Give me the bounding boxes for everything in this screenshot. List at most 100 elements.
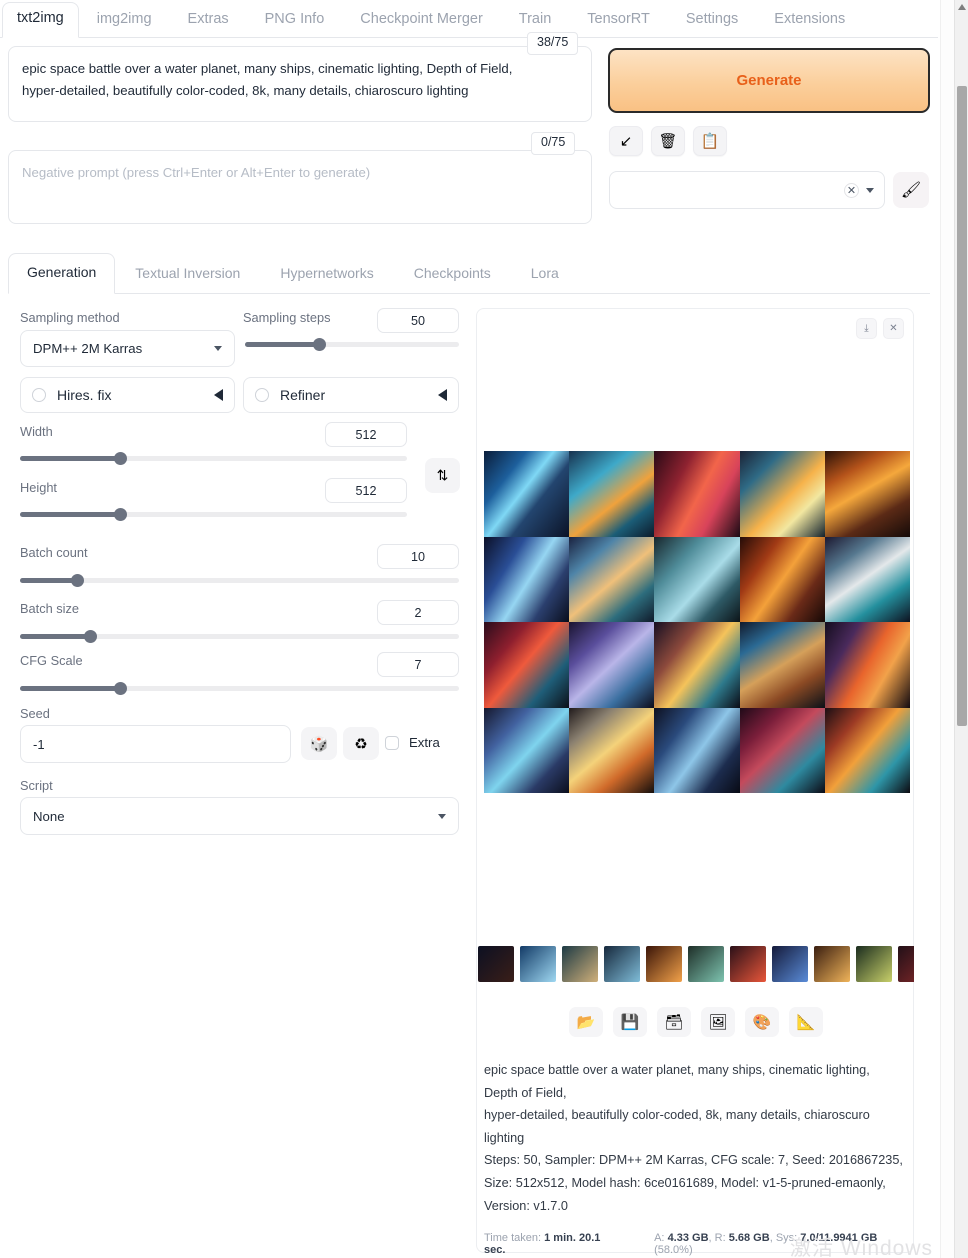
styles-dropdown[interactable]: ✕ <box>609 171 885 209</box>
cfg-scale-slider[interactable] <box>20 681 459 695</box>
batch-count-slider[interactable] <box>20 573 459 587</box>
tab-settings[interactable]: Settings <box>668 3 756 37</box>
sampling-method-select[interactable]: DPM++ 2M Karras <box>20 330 235 367</box>
gallery-image[interactable] <box>654 622 740 708</box>
expand-left-icon[interactable] <box>214 389 223 401</box>
hires-fix-toggle[interactable]: Hires. fix <box>20 377 235 413</box>
slider-thumb[interactable] <box>114 681 128 695</box>
filmstrip-thumbnail[interactable] <box>772 946 808 982</box>
gallery-image[interactable] <box>484 536 570 622</box>
slider-thumb[interactable] <box>313 337 327 351</box>
paintbrush-icon[interactable]: 🖌 <box>893 172 929 208</box>
gallery-image[interactable] <box>654 536 740 622</box>
filmstrip-thumbnail[interactable] <box>898 946 914 982</box>
batch-count-value[interactable]: 10 <box>377 544 459 569</box>
filmstrip-thumbnail[interactable] <box>478 946 514 982</box>
extra-checkbox[interactable] <box>385 735 399 750</box>
tab-hypernetworks[interactable]: Hypernetworks <box>260 255 393 293</box>
download-icon[interactable]: ⤓ <box>856 318 877 339</box>
send-to-inpaint-icon[interactable]: 📐 <box>789 1007 823 1037</box>
filmstrip-thumbnail[interactable] <box>520 946 556 982</box>
generate-button[interactable]: Generate <box>608 48 930 113</box>
tab-png-info[interactable]: PNG Info <box>247 3 343 37</box>
scroll-up-arrow-icon[interactable] <box>958 4 966 10</box>
gallery-image[interactable] <box>739 536 825 622</box>
gallery-image[interactable] <box>739 622 825 708</box>
sampling-steps-slider[interactable] <box>245 337 459 351</box>
inner-scrollbar[interactable] <box>940 0 954 1258</box>
open-folder-icon[interactable]: 📂 <box>569 1007 603 1037</box>
chevron-down-icon[interactable] <box>866 187 874 193</box>
batch-size-slider[interactable] <box>20 629 459 643</box>
gallery-image[interactable] <box>824 622 910 708</box>
sampling-steps-value[interactable]: 50 <box>377 308 459 333</box>
gallery-image[interactable] <box>824 707 910 793</box>
filmstrip-thumbnail[interactable] <box>688 946 724 982</box>
paste-arrow-icon[interactable]: ↙ <box>609 126 643 156</box>
gallery-image[interactable] <box>739 451 825 537</box>
negative-prompt-input[interactable]: Negative prompt (press Ctrl+Enter or Alt… <box>8 150 592 224</box>
gallery-image[interactable] <box>824 536 910 622</box>
close-icon[interactable]: ✕ <box>883 318 904 339</box>
width-slider[interactable] <box>20 451 407 465</box>
clear-styles-icon[interactable]: ✕ <box>844 182 859 198</box>
tab-tensorrt[interactable]: TensorRT <box>569 3 668 37</box>
seed-input[interactable]: -1 <box>20 725 291 763</box>
slider-thumb[interactable] <box>70 573 84 587</box>
gallery-image[interactable] <box>569 451 655 537</box>
filmstrip-thumbnail[interactable] <box>730 946 766 982</box>
gallery-image[interactable] <box>654 707 740 793</box>
height-slider[interactable] <box>20 507 407 521</box>
filmstrip-thumbnail[interactable] <box>604 946 640 982</box>
save-zip-icon[interactable]: 🗃 <box>657 1007 691 1037</box>
tab-txt2img[interactable]: txt2img <box>2 2 79 38</box>
dice-icon[interactable]: 🎲 <box>301 727 337 760</box>
gallery-image[interactable] <box>654 451 740 537</box>
tab-generation[interactable]: Generation <box>8 253 116 294</box>
gallery-image[interactable] <box>739 707 825 793</box>
refiner-checkbox[interactable] <box>255 388 269 402</box>
gallery-image[interactable] <box>484 451 570 537</box>
tab-checkpoint-merger[interactable]: Checkpoint Merger <box>342 3 501 37</box>
page-scrollbar[interactable] <box>954 0 968 1258</box>
swap-dimensions-icon[interactable]: ⇅ <box>425 458 460 493</box>
filmstrip-thumbnail[interactable] <box>856 946 892 982</box>
tab-img2img[interactable]: img2img <box>79 3 170 37</box>
extra-seed-toggle[interactable]: Extra <box>385 735 440 750</box>
filmstrip-thumbnail[interactable] <box>562 946 598 982</box>
prompt-input[interactable]: epic space battle over a water planet, m… <box>8 46 592 122</box>
filmstrip-thumbnail[interactable] <box>646 946 682 982</box>
send-to-extras-icon[interactable]: 🎨 <box>745 1007 779 1037</box>
slider-thumb[interactable] <box>114 507 128 521</box>
expand-left-icon[interactable] <box>438 389 447 401</box>
thumbnail-filmstrip[interactable] <box>478 943 914 985</box>
gallery-image[interactable] <box>569 622 655 708</box>
filmstrip-thumbnail[interactable] <box>814 946 850 982</box>
save-icon[interactable]: 💾 <box>613 1007 647 1037</box>
height-value[interactable]: 512 <box>325 478 407 503</box>
scrollbar-thumb[interactable] <box>957 86 967 726</box>
batch-size-value[interactable]: 2 <box>377 600 459 625</box>
script-select[interactable]: None <box>20 797 459 835</box>
slider-thumb[interactable] <box>114 451 128 465</box>
width-value[interactable]: 512 <box>325 422 407 447</box>
chevron-down-icon[interactable] <box>214 346 222 351</box>
gallery-image[interactable] <box>569 707 655 793</box>
chevron-down-icon[interactable] <box>438 813 446 819</box>
cfg-scale-value[interactable]: 7 <box>377 652 459 677</box>
tab-checkpoints[interactable]: Checkpoints <box>394 255 511 293</box>
gallery-image[interactable] <box>824 451 910 537</box>
tab-extras[interactable]: Extras <box>170 3 247 37</box>
refiner-toggle[interactable]: Refiner <box>243 377 459 413</box>
send-to-img2img-icon[interactable]: 🖼 <box>701 1007 735 1037</box>
gallery-image[interactable] <box>569 536 655 622</box>
clipboard-icon[interactable]: 📋 <box>693 126 727 156</box>
tab-textual-inversion[interactable]: Textual Inversion <box>115 255 260 293</box>
trash-icon[interactable]: 🗑 <box>651 126 685 156</box>
tab-extensions[interactable]: Extensions <box>756 3 863 37</box>
slider-thumb[interactable] <box>83 629 97 643</box>
recycle-icon[interactable]: ♻ <box>343 727 379 760</box>
tab-lora[interactable]: Lora <box>511 255 579 293</box>
gallery-image[interactable] <box>484 707 570 793</box>
gallery-image[interactable] <box>484 622 570 708</box>
